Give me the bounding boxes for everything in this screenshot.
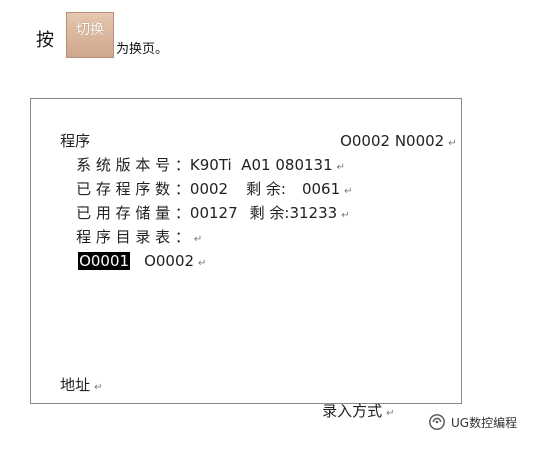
- instruction-line: 按 切换 为换页。: [36, 12, 356, 58]
- cnc-program-screen: 程序 O0002 N0002 ↵ 系 统 版 本 号 ：K90Ti A01 080…: [30, 98, 462, 420]
- watermark: UG数控编程: [428, 412, 517, 432]
- mode-label: 录入方式: [322, 402, 383, 420]
- instruction-suffix: 为换页。: [116, 42, 169, 57]
- return-mark: ↵: [341, 210, 350, 221]
- watermark-text: UG数控编程: [451, 415, 518, 430]
- address-label: 地址: [60, 376, 91, 394]
- program-item[interactable]: O0002: [144, 252, 194, 270]
- program-item-selected[interactable]: O0001: [78, 252, 131, 270]
- switch-key-image: 切换: [66, 12, 114, 58]
- return-mark: ↵: [94, 382, 103, 393]
- return-mark: ↵: [448, 138, 457, 149]
- remaining-label: 剩 余:: [249, 204, 290, 222]
- program-list: O0001 O0002 ↵: [59, 225, 206, 300]
- used-remaining: 31233: [289, 204, 338, 222]
- wechat-official-account-icon: [429, 414, 445, 430]
- address-row: 地址 ↵: [41, 349, 102, 424]
- header-code-text: O0002 N0002: [340, 132, 445, 150]
- mode-row: 录入方式 ↵: [303, 375, 394, 450]
- instruction-prefix: 按: [36, 30, 54, 51]
- return-mark: ↵: [198, 258, 207, 269]
- return-mark: ↵: [386, 408, 395, 419]
